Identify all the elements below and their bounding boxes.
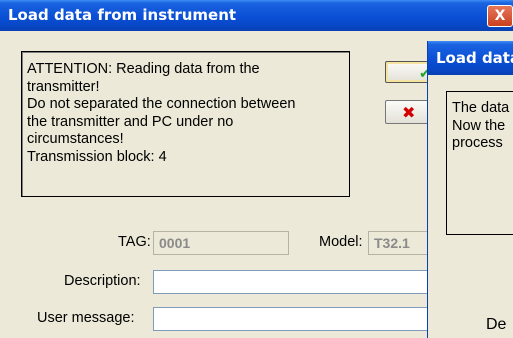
message-line: Do not separated the connection between (27, 96, 296, 112)
message-box: The data Now the process (446, 91, 513, 235)
user-message-field[interactable] (153, 307, 438, 331)
load-data-dialog-2: Load data The data Now the process De (427, 41, 513, 338)
dialog-title: Load data (428, 41, 513, 75)
message-line: transmitter! (27, 78, 100, 95)
description-label: Description: (64, 273, 141, 289)
tag-field[interactable]: 0001 (153, 231, 289, 255)
red-x-icon: ✖ (402, 103, 416, 122)
message-line: The data (452, 100, 510, 116)
message-line: process (452, 135, 503, 151)
attention-message-box: ATTENTION: Reading data from the transmi… (21, 51, 350, 197)
message-line: Transmission block: 4 (27, 148, 167, 165)
tag-label: TAG: (118, 234, 151, 250)
model-label: Model: (319, 234, 363, 250)
message-line: ATTENTION: Reading data from the (27, 61, 260, 77)
user-message-label: User message: (37, 310, 135, 326)
message-line: Now the (452, 117, 506, 134)
description-label: De (486, 316, 507, 333)
close-button[interactable]: X (487, 5, 513, 27)
dialog-title: Load data from instrument (0, 0, 513, 31)
message-line: the transmitter and PC under no (27, 113, 234, 130)
description-field[interactable] (153, 270, 438, 294)
message-line: circumstances! (27, 131, 124, 147)
